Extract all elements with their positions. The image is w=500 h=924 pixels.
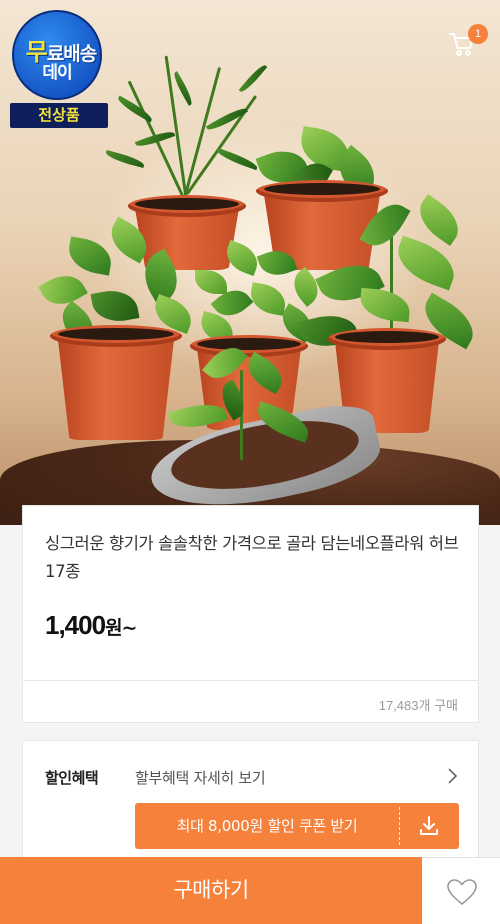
discount-label: 할인혜택 xyxy=(45,769,99,787)
chevron-right-icon[interactable] xyxy=(446,767,458,785)
installment-details-link[interactable]: 할부혜택 자세히 보기 xyxy=(135,767,266,788)
product-title: 싱그러운 향기가 솔솔착한 가격으로 골라 담는네오플라워 허브 17종 xyxy=(45,534,459,581)
product-info-card: 싱그러운 향기가 솔솔착한 가격으로 골라 담는네오플라워 허브 17종 1,4… xyxy=(22,505,479,723)
cart-count-badge: 1 xyxy=(468,24,488,44)
download-icon xyxy=(420,816,438,835)
discount-card: 할인혜택 할부혜택 자세히 보기 최대 8,000원 할인 쿠폰 받기 xyxy=(22,740,479,870)
seedling-plant xyxy=(160,339,320,460)
product-price: 1,400원~ xyxy=(45,610,137,641)
rosemary-plant xyxy=(95,45,275,215)
buy-button[interactable]: 구매하기 xyxy=(0,857,422,924)
wishlist-button[interactable] xyxy=(422,857,500,924)
coupon-button-label: 최대 8,000원 할인 쿠폰 받기 xyxy=(176,817,358,835)
price-value: 1,400 xyxy=(45,610,106,640)
price-unit: 원~ xyxy=(105,617,137,639)
badge-line2: 데이 xyxy=(42,63,72,83)
coupon-download-button[interactable]: 최대 8,000원 할인 쿠폰 받기 xyxy=(135,803,459,849)
coupon-divider xyxy=(399,807,400,845)
free-shipping-badge: 무료배송 데이 전상품 xyxy=(10,10,112,128)
divider xyxy=(23,680,478,681)
badge-all-products: 전상품 xyxy=(10,103,108,128)
bottom-action-bar: 구매하기 xyxy=(0,857,500,924)
heart-icon xyxy=(447,879,477,905)
purchase-count: 17,483개 구매 xyxy=(378,698,458,713)
cart-button[interactable]: 1 xyxy=(448,24,488,60)
